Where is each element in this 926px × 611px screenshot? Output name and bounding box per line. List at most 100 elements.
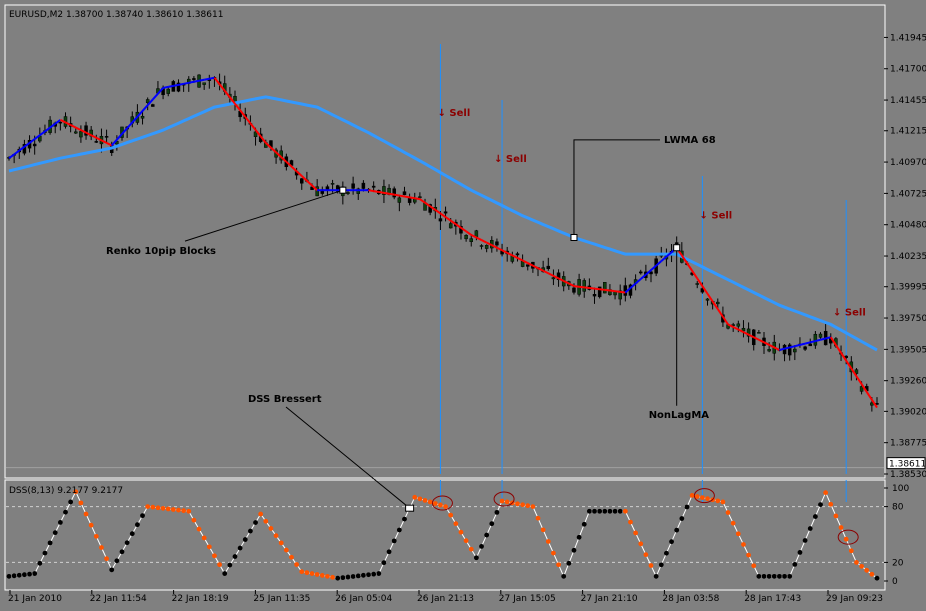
dss-dot — [140, 513, 145, 519]
dss-dot — [386, 549, 392, 555]
dss-dot — [350, 574, 356, 579]
sell-signal-label: ↓ Sell — [438, 108, 471, 119]
dss-dot — [145, 504, 151, 509]
candle-body — [351, 183, 355, 189]
annotation-anchor — [673, 244, 681, 252]
dss-dot — [669, 539, 674, 545]
dss-tick-label: 0 — [892, 577, 898, 587]
dss-dot — [535, 515, 541, 521]
dss-dot — [525, 503, 531, 509]
chart-svg: ↓ Sell ↓ Sell ↓ Sell ↓ Sell LWMA 68 Renko 10p… — [0, 0, 926, 607]
candle-body — [438, 218, 443, 222]
dss-dot — [761, 573, 767, 579]
nonlagma-segment — [183, 81, 189, 85]
dss-dot — [643, 552, 649, 558]
dss-dot — [581, 521, 587, 527]
dss-dot — [11, 573, 17, 579]
nonlagma-segment — [383, 191, 390, 195]
dss-dot — [27, 571, 32, 577]
dss-dot — [463, 538, 469, 544]
dss-dot — [227, 562, 233, 568]
candle-body — [582, 280, 586, 292]
nonlagma-segment — [203, 77, 210, 81]
nonlagma-segment — [584, 286, 590, 289]
dss-dot — [658, 562, 664, 568]
dss-dot — [699, 495, 705, 501]
candle-body — [767, 349, 771, 352]
candle-body — [448, 223, 453, 229]
dss-dot — [473, 555, 479, 561]
dss-dot — [253, 520, 258, 525]
dss-dot — [838, 525, 844, 530]
candle-body — [202, 82, 206, 85]
dss-dot — [325, 573, 330, 579]
dss-dot — [494, 509, 500, 515]
dss-dot — [756, 573, 762, 579]
candle-body — [793, 348, 797, 353]
dss-chart-title: DSS(8,13) 9.2177 9.2177 — [9, 486, 123, 496]
dss-dot — [42, 550, 48, 556]
dss-dot — [874, 575, 880, 581]
candle-body — [638, 271, 643, 274]
price-tick-label: 1.39995 — [890, 283, 926, 293]
nonlagma-segment — [399, 194, 405, 198]
annotation-dss-bressert: DSS Bressert — [248, 394, 322, 405]
candle-body — [808, 343, 812, 347]
dss-dot — [258, 511, 264, 517]
nonlagma-segment — [193, 79, 200, 83]
dss-dot — [427, 499, 433, 505]
candle-body — [104, 136, 109, 138]
dss-dot — [201, 535, 207, 541]
candle-body — [192, 78, 196, 80]
candle-body — [361, 182, 366, 189]
dss-dot — [766, 573, 772, 579]
dss-dot — [633, 530, 639, 536]
candle-body — [705, 298, 710, 301]
dss-dot — [360, 572, 366, 578]
dss-dot — [438, 502, 443, 508]
dss-dot — [412, 494, 418, 500]
dss-dot — [294, 562, 300, 567]
candle-body — [716, 301, 720, 305]
dss-dot — [222, 571, 228, 576]
dss-dot — [869, 571, 875, 577]
nonlagma-segment — [815, 338, 821, 343]
dss-dot — [47, 540, 53, 546]
dss-dot — [283, 547, 289, 553]
dss-dot — [576, 534, 582, 540]
dss-dot — [273, 533, 279, 539]
price-tick-label: 1.39505 — [890, 345, 926, 355]
price-tick-label: 1.39260 — [890, 377, 926, 387]
dss-dot — [489, 521, 495, 527]
dss-dot — [638, 541, 644, 547]
dss-dot — [812, 514, 818, 519]
time-tick-label: 21 Jan 2010 — [8, 594, 62, 604]
dss-dot — [746, 552, 751, 558]
candle-body — [346, 192, 350, 194]
dss-dot — [556, 562, 561, 568]
dss-dot — [648, 563, 654, 568]
annotation-nonlagma: NonLagMA — [649, 410, 710, 421]
chart-background — [0, 0, 926, 607]
dss-dot — [16, 572, 22, 578]
annotation-anchor — [570, 233, 578, 241]
nonlagma-segment — [578, 285, 585, 289]
candle-body — [443, 211, 448, 214]
candle-body — [870, 402, 874, 406]
candle-body — [140, 115, 145, 119]
dss-dot — [689, 493, 695, 498]
candle-body — [397, 197, 402, 203]
nonlagma-segment — [198, 78, 205, 82]
dss-dot — [340, 575, 346, 581]
dss-dot — [479, 544, 484, 549]
dss-dot — [443, 504, 448, 509]
dss-dot — [448, 512, 454, 518]
candle-body — [592, 293, 597, 297]
price-tick-label: 1.40725 — [890, 189, 926, 199]
dss-dot — [135, 522, 140, 528]
dss-dot — [741, 542, 746, 547]
dss-dot — [124, 540, 130, 546]
dss-dot — [715, 498, 721, 504]
nonlagma-segment — [173, 83, 179, 87]
dss-dot — [802, 538, 808, 543]
